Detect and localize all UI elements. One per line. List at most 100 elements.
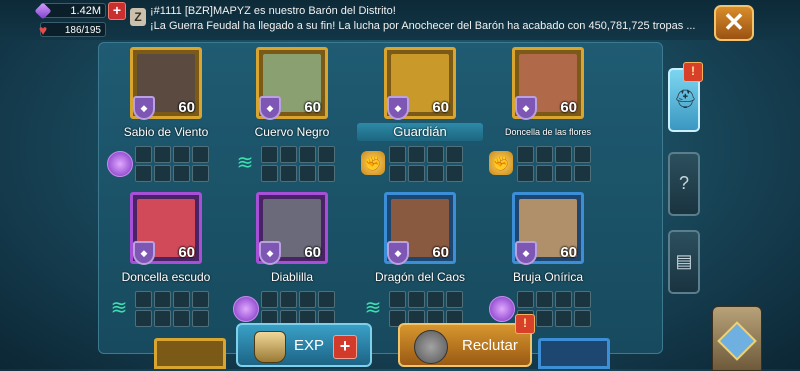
gear-slot — [299, 165, 316, 182]
castle-emblem-icon — [717, 321, 757, 361]
hero-card[interactable]: ◆ 60 Sabio de Viento — [103, 47, 229, 187]
exp-plus-button[interactable]: + — [333, 335, 357, 359]
gear-slot — [135, 291, 152, 308]
tab-unknown[interactable]: ? — [668, 152, 700, 216]
gear-slot — [408, 165, 425, 182]
hero-card-partial[interactable] — [154, 338, 226, 369]
gear-slot — [446, 146, 463, 163]
magic-type-icon — [489, 296, 515, 322]
recruit-shield-icon — [414, 330, 448, 364]
gear-slot — [280, 165, 297, 182]
chat-line-2[interactable]: ¡La Guerra Feudal ha llegado a su fin! L… — [150, 20, 696, 32]
hero-name: Doncella escudo — [121, 270, 211, 284]
gear-slots — [389, 146, 473, 182]
heart-icon: ♥ — [38, 22, 48, 38]
gear-slot — [427, 146, 444, 163]
hero-card[interactable]: ◆ 60 Bruja Onírica — [485, 192, 611, 332]
rank-shield-icon: ◆ — [133, 241, 155, 265]
gear-slot — [555, 291, 572, 308]
gear-slot — [555, 310, 572, 327]
gear-slot — [408, 291, 425, 308]
castle-icon[interactable] — [712, 306, 762, 371]
hero-level: 60 — [304, 99, 321, 116]
gear-slots — [261, 291, 345, 327]
gems-value: 1.42M — [70, 5, 101, 17]
gear-slot — [318, 146, 335, 163]
hero-name: Dragón del Caos — [374, 270, 466, 284]
gear-slot — [192, 310, 209, 327]
wind-type-icon: ≋ — [364, 297, 382, 319]
rank-shield-icon: ◆ — [133, 96, 155, 120]
rank-shield-icon: ◆ — [387, 96, 409, 120]
gear-slot — [318, 291, 335, 308]
hero-card[interactable]: ◆ 60 Guardián ✊ — [357, 47, 483, 187]
helmet-icon: ⛑ — [674, 89, 697, 109]
hero-portrait: ◆ 60 — [256, 47, 328, 120]
gear-slot — [280, 291, 297, 308]
gear-slots — [389, 291, 473, 327]
gear-slot — [318, 165, 335, 182]
gear-slot — [555, 165, 572, 182]
wind-type-icon: ≋ — [110, 297, 128, 319]
question-icon: ? — [678, 173, 689, 193]
gear-slot — [154, 165, 171, 182]
gems-counter: 1.42M — [34, 2, 106, 20]
chest-icon: ▤ — [675, 251, 693, 271]
gear-slot — [536, 291, 553, 308]
gear-slot — [536, 165, 553, 182]
exp-button[interactable]: EXP + — [236, 323, 372, 367]
hero-name: Guardián — [357, 123, 483, 141]
hero-name: Cuervo Negro — [254, 125, 330, 139]
magic-type-icon — [233, 296, 259, 322]
gear-slot — [574, 146, 591, 163]
hero-portrait: ◆ 60 — [256, 192, 328, 265]
gear-slot — [154, 146, 171, 163]
exp-button-label: EXP — [294, 337, 325, 354]
gear-slot — [446, 165, 463, 182]
gear-slot — [574, 291, 591, 308]
hero-card[interactable]: ◆ 60 Doncella escudo ≋ — [103, 192, 229, 332]
gear-slot — [261, 146, 278, 163]
heroes-alert-icon: ! — [683, 62, 703, 82]
magic-type-icon — [107, 151, 133, 177]
rank-shield-icon: ◆ — [387, 241, 409, 265]
gear-slot — [427, 165, 444, 182]
gear-slot — [192, 291, 209, 308]
buy-gems-button[interactable]: + — [108, 2, 126, 20]
rank-shield-icon: ◆ — [515, 96, 537, 120]
recruit-button[interactable]: Reclutar — [398, 323, 532, 367]
gear-slot — [280, 146, 297, 163]
gear-slot — [408, 146, 425, 163]
stamina-counter: ♥ 186/195 — [39, 22, 106, 38]
gear-slot — [536, 310, 553, 327]
gear-slots — [517, 146, 601, 182]
hero-card[interactable]: ◆ 60 Doncella de las flores ✊ — [485, 47, 611, 187]
tab-chest[interactable]: ▤ — [668, 230, 700, 294]
gear-slot — [299, 291, 316, 308]
hero-portrait: ◆ 60 — [130, 192, 202, 265]
gear-slot — [173, 146, 190, 163]
gear-slot — [299, 146, 316, 163]
hero-card[interactable]: ◆ 60 Cuervo Negro ≋ — [229, 47, 355, 187]
hero-card[interactable]: ◆ 60 Diablilla — [229, 192, 355, 332]
chat-icon[interactable]: Z — [130, 8, 146, 26]
hero-card[interactable]: ◆ 60 Dragón del Caos ≋ — [357, 192, 483, 332]
gear-slot — [154, 310, 171, 327]
rank-shield-icon: ◆ — [259, 241, 281, 265]
close-button[interactable]: ✕ — [714, 5, 754, 41]
gear-slot — [517, 291, 534, 308]
wind-type-icon: ≋ — [236, 152, 254, 174]
gear-slot — [389, 165, 406, 182]
hero-level: 60 — [178, 244, 195, 261]
gear-slot — [135, 310, 152, 327]
helmet-icon — [254, 331, 286, 363]
recruit-alert-icon: ! — [515, 314, 535, 334]
chat-line-1[interactable]: ¡#1111 [BZR]MAPYZ es nuestro Barón del D… — [150, 5, 396, 17]
rank-shield-icon: ◆ — [515, 241, 537, 265]
fist-type-icon: ✊ — [489, 151, 513, 175]
gear-slot — [427, 291, 444, 308]
hero-level: 60 — [178, 99, 195, 116]
hero-card-partial[interactable] — [538, 338, 610, 369]
hero-portrait: ◆ 60 — [130, 47, 202, 120]
gear-slot — [536, 146, 553, 163]
